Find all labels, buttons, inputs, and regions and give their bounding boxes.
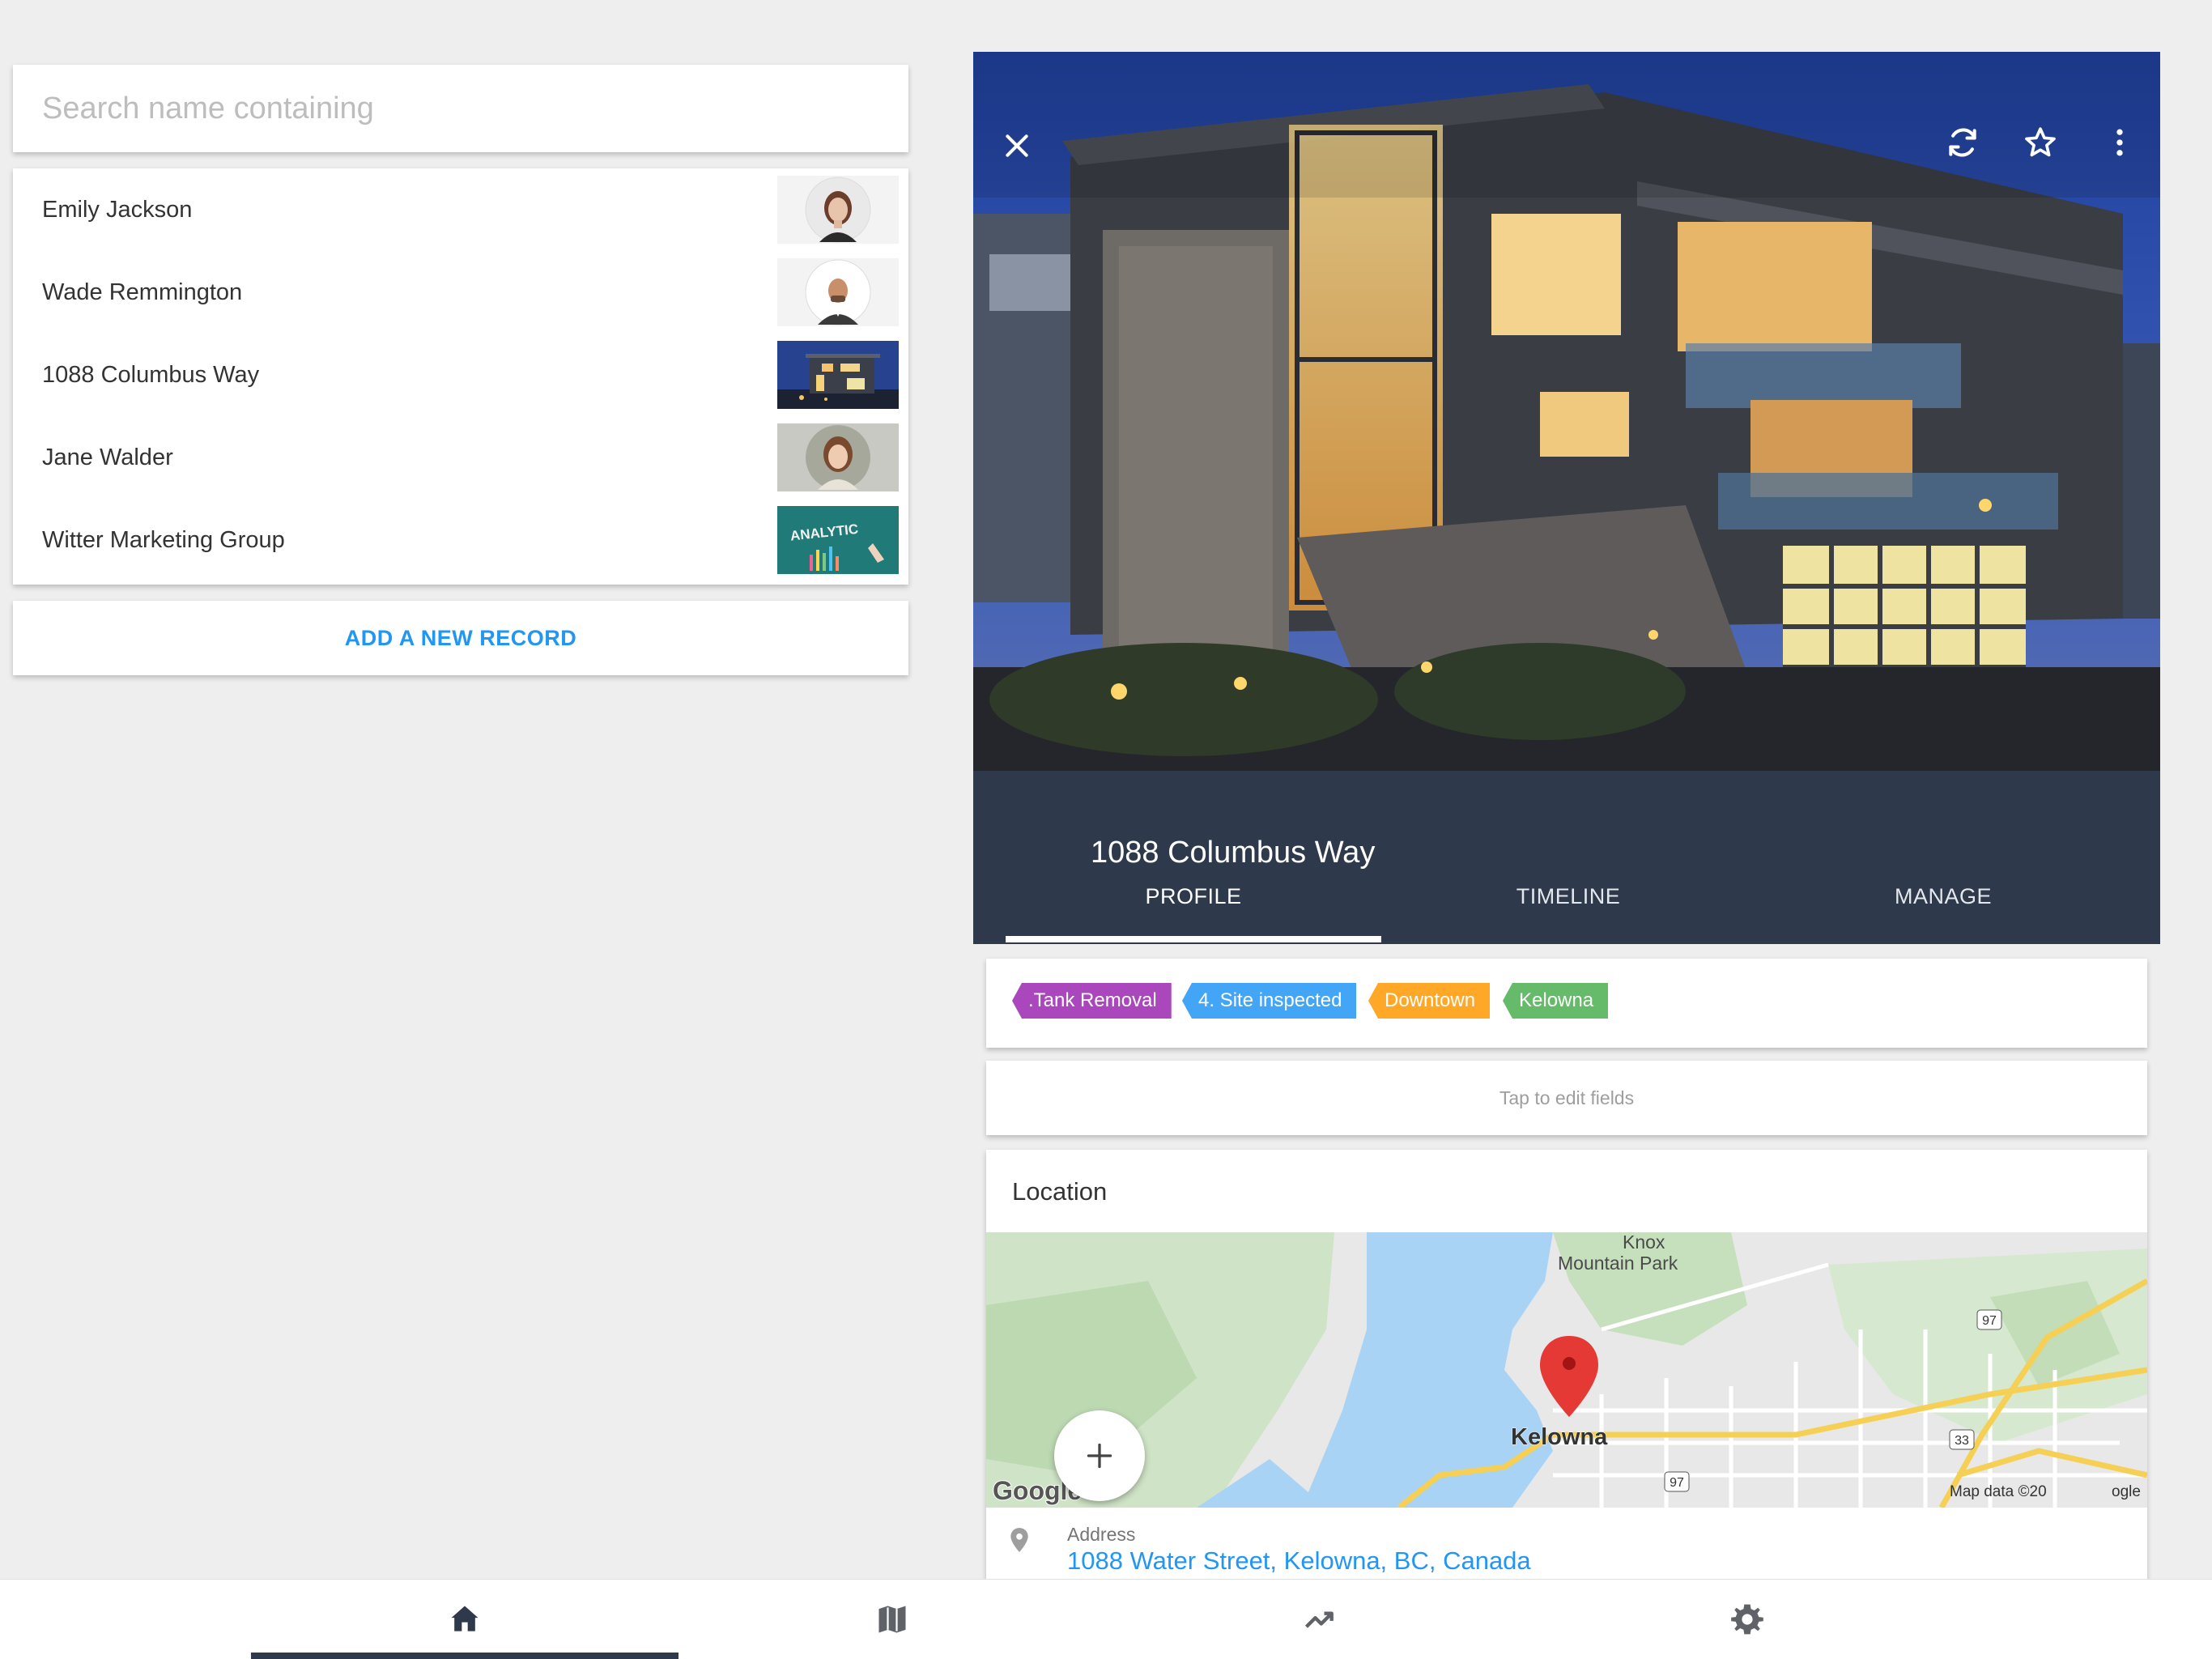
trending-up-icon <box>1304 1611 1334 1628</box>
add-record-card: ADD A NEW RECORD <box>13 601 908 675</box>
add-record-button[interactable]: ADD A NEW RECORD <box>13 601 908 675</box>
avatar <box>777 258 899 326</box>
svg-text:97: 97 <box>1670 1476 1684 1490</box>
tab-profile[interactable]: PROFILE <box>1006 884 1381 909</box>
record-name: Wade Remmington <box>42 279 243 305</box>
search-input[interactable] <box>13 65 908 152</box>
record-hero-image <box>973 52 2160 771</box>
record-name: 1088 Columbus Way <box>42 362 260 388</box>
location-card: Location Knox Mountain Park Kelowna 97 3… <box>986 1150 2147 1579</box>
edit-fields-card[interactable]: Tap to edit fields <box>986 1061 2147 1135</box>
more-options-button[interactable] <box>2091 113 2149 172</box>
svg-text:33: 33 <box>1955 1434 1969 1448</box>
map-label: Knox <box>1623 1232 1665 1253</box>
nav-analytics[interactable] <box>1106 1580 1534 1659</box>
nav-map[interactable] <box>678 1580 1106 1659</box>
avatar <box>777 176 899 244</box>
svg-text:97: 97 <box>1982 1314 1997 1328</box>
add-fab-button[interactable] <box>1054 1410 1145 1501</box>
address-link[interactable]: 1088 Water Street, Kelowna, BC, Canada <box>1067 1546 1531 1576</box>
map-attribution: Map data ©20 <box>1950 1483 2047 1500</box>
nav-settings[interactable] <box>1534 1580 1961 1659</box>
bottom-navigation <box>0 1579 2212 1659</box>
more-vertical-icon <box>2116 129 2123 156</box>
tab-indicator <box>1006 936 1381 942</box>
edit-hint: Tap to edit fields <box>1499 1087 1635 1108</box>
page-title: 1088 Columbus Way <box>1091 836 1376 870</box>
address-label: Address <box>1067 1524 1136 1545</box>
map-pin-icon <box>1010 1528 1028 1552</box>
tab-timeline[interactable]: TIMELINE <box>1380 884 1756 909</box>
svg-text:ogle: ogle <box>2112 1483 2141 1500</box>
record-list: Emily Jackson Wade Remmington 1088 Colum… <box>13 168 908 585</box>
record-header: 1088 Columbus Way PROFILE TIMELINE MANAG… <box>973 771 2160 944</box>
location-map[interactable]: Knox Mountain Park Kelowna 97 33 97 Goog… <box>986 1232 2147 1508</box>
list-item[interactable]: Jane Walder <box>13 416 908 499</box>
list-item[interactable]: Witter Marketing Group ANALYTIC <box>13 499 908 581</box>
tags-card: .Tank Removal 4. Site inspected Downtown… <box>986 959 2147 1048</box>
tag-chip[interactable]: Downtown <box>1368 983 1491 1019</box>
close-icon <box>1006 134 1028 157</box>
close-button[interactable] <box>988 117 1046 175</box>
settings-icon <box>1731 1604 1763 1635</box>
tag-chip[interactable]: Kelowna <box>1503 983 1609 1019</box>
record-name: Jane Walder <box>42 445 173 470</box>
record-name: Witter Marketing Group <box>42 527 285 553</box>
list-item[interactable]: Emily Jackson <box>13 168 908 251</box>
star-outline-icon <box>2025 127 2056 157</box>
search-box <box>13 65 908 152</box>
house-thumbnail <box>777 341 899 409</box>
analytics-thumbnail: ANALYTIC <box>777 506 899 574</box>
home-icon <box>451 1606 479 1631</box>
map-label: Mountain Park <box>1558 1253 1678 1274</box>
tag-chip[interactable]: 4. Site inspected <box>1182 983 1357 1019</box>
favorite-button[interactable] <box>2011 113 2069 172</box>
map-city-label: Kelowna <box>1511 1424 1608 1450</box>
record-name: Emily Jackson <box>42 197 193 223</box>
list-item[interactable]: Wade Remmington <box>13 251 908 334</box>
list-item[interactable]: 1088 Columbus Way <box>13 334 908 416</box>
sync-icon <box>1949 128 1976 157</box>
tab-manage[interactable]: MANAGE <box>1755 884 2131 909</box>
map-icon <box>878 1606 906 1633</box>
nav-home[interactable] <box>251 1580 678 1659</box>
plus-icon <box>1087 1443 1112 1469</box>
sync-button[interactable] <box>1933 113 1992 172</box>
map-image: Knox Mountain Park Kelowna 97 33 97 Goog… <box>986 1232 2147 1508</box>
tag-chip[interactable]: .Tank Removal <box>1012 983 1172 1019</box>
section-heading: Location <box>1012 1177 1108 1206</box>
avatar <box>777 423 899 491</box>
